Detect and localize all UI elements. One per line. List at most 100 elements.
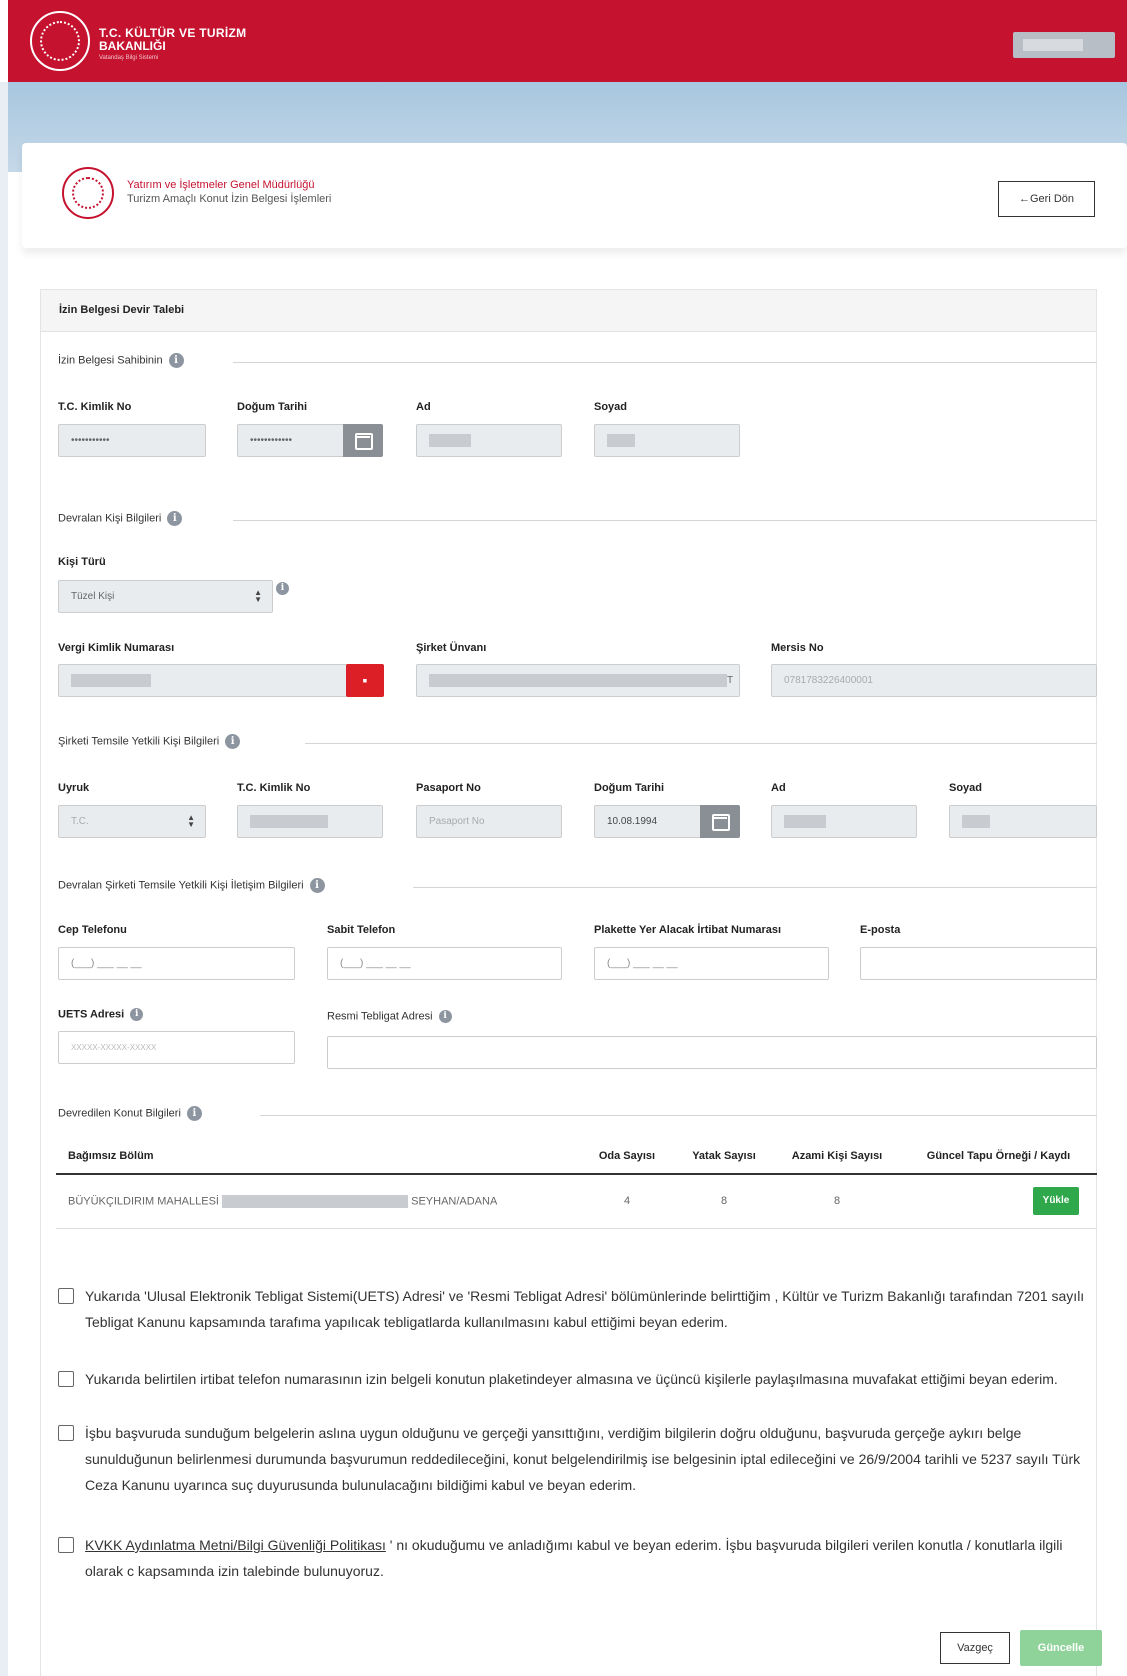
rep-dob-input[interactable]: 10.08.1994 <box>594 805 702 838</box>
uets-label: UETS Adresi i <box>58 1008 144 1021</box>
owner-dob-label: Doğum Tarihi <box>237 401 308 413</box>
property-section-label: Devredilen Konut Bilgileri <box>58 1107 181 1120</box>
address-end: SEYHAN/ADANA <box>411 1195 498 1208</box>
person-type-value: Tüzel Kişi <box>71 591 115 602</box>
uets-input[interactable]: XXXXX-XXXXX-XXXXX <box>58 1031 295 1064</box>
info-icon[interactable]: i <box>167 511 183 526</box>
kvkk-link[interactable]: KVKK Aydınlatma Metni/Bilgi Güvenliği Po… <box>85 1537 386 1553</box>
update-button[interactable]: Güncelle <box>1020 1630 1102 1666</box>
owner-name-label: Ad <box>416 401 431 413</box>
user-menu[interactable] <box>1013 32 1115 58</box>
checkbox[interactable] <box>58 1371 74 1387</box>
info-icon[interactable]: i <box>309 878 325 893</box>
representative-section-label: Şirketi Temsile Yetkili Kişi Bilgileri <box>58 735 220 748</box>
owner-section-title: İzin Belgesi Sahibinin i <box>58 353 184 368</box>
contact-section-title: Devralan Şirketi Temsile Yetkili Kişi İl… <box>58 878 325 893</box>
select-arrows-icon: ▲ ▼ <box>254 588 262 604</box>
tax-id-input[interactable] <box>58 664 348 697</box>
declaration-kvkk: KVKK Aydınlatma Metni/Bilgi Güvenliği Po… <box>58 1532 1100 1584</box>
info-icon[interactable]: i <box>168 353 184 368</box>
contact-section-label: Devralan Şirketi Temsile Yetkili Kişi İl… <box>58 879 304 892</box>
ministry-name-line1: T.C. KÜLTÜR VE TURİZM <box>99 26 247 40</box>
property-table: Bağımsız Bölüm Oda Sayısı Yatak Sayısı A… <box>56 1138 1097 1229</box>
mersis-input[interactable]: 0781783226400001 <box>771 664 1097 697</box>
rep-tc-input[interactable] <box>237 805 383 838</box>
left-strip <box>0 82 8 1676</box>
column-header: Azami Kişi Sayısı <box>774 1138 900 1175</box>
landline-label: Sabit Telefon <box>327 924 396 936</box>
property-section-title: Devredilen Konut Bilgileri i <box>58 1106 202 1121</box>
person-type-label: Kişi Türü <box>58 556 106 568</box>
declaration-truth: İşbu başvuruda sunduğum belgelerin aslın… <box>58 1420 1100 1498</box>
divider <box>413 887 1097 888</box>
transferee-section-label: Devralan Kişi Bilgileri <box>58 512 162 525</box>
checkbox[interactable] <box>58 1537 74 1553</box>
declaration-phone: Yukarıda belirtilen irtibat telefon numa… <box>58 1366 1100 1392</box>
declaration-text: Yukarıda 'Ulusal Elektronik Tebligat Sis… <box>85 1288 1085 1330</box>
org-subtitle: Turizm Amaçlı Konut İzin Belgesi İşlemle… <box>127 193 332 205</box>
divider <box>233 362 1097 363</box>
checkbox[interactable] <box>58 1288 74 1304</box>
owner-tc-input[interactable]: ••••••••••• <box>58 424 206 457</box>
mersis-label: Mersis No <box>771 642 824 654</box>
rep-name-input[interactable] <box>771 805 917 838</box>
calendar-icon[interactable] <box>343 424 383 457</box>
info-icon[interactable]: i <box>186 1106 202 1121</box>
org-logo-icon <box>62 167 114 219</box>
beds-cell: 8 <box>674 1174 774 1229</box>
column-header: Güncel Tapu Örneği / Kaydı <box>900 1138 1097 1175</box>
representative-section-title: Şirketi Temsile Yetkili Kişi Bilgileri i <box>58 734 241 749</box>
email-input[interactable] <box>860 947 1097 980</box>
table-row: BÜYÜKÇILDIRIM MAHALLESİ SEYHAN/ADANA 4 8… <box>56 1174 1097 1229</box>
declaration-uets: Yukarıda 'Ulusal Elektronik Tebligat Sis… <box>58 1283 1100 1335</box>
max-people-cell: 8 <box>774 1174 900 1229</box>
org-header-card: Yatırım ve İşletmeler Genel Müdürlüğü Tu… <box>22 143 1127 248</box>
info-icon[interactable]: i <box>225 734 241 749</box>
mobile-input[interactable]: (___) ___ __ __ <box>58 947 295 980</box>
column-header: Yatak Sayısı <box>674 1138 774 1175</box>
rep-surname-input[interactable] <box>949 805 1097 838</box>
top-bar: T.C. KÜLTÜR VE TURİZM BAKANLIĞI Vatandaş… <box>8 0 1127 82</box>
official-address-input[interactable] <box>327 1036 1097 1069</box>
passport-label: Pasaport No <box>416 782 481 794</box>
landline-input[interactable]: (___) ___ __ __ <box>327 947 562 980</box>
upload-button[interactable]: Yükle <box>1033 1187 1079 1216</box>
owner-surname-input[interactable] <box>594 424 740 457</box>
passport-input[interactable]: Pasaport No <box>416 805 562 838</box>
address-start: BÜYÜKÇILDIRIM MAHALLESİ <box>68 1195 219 1208</box>
uets-label-text: UETS Adresi <box>58 1008 125 1021</box>
divider <box>233 520 1097 521</box>
property-address-cell: BÜYÜKÇILDIRIM MAHALLESİ SEYHAN/ADANA <box>56 1174 580 1229</box>
divider <box>260 1115 1097 1116</box>
owner-tc-label: T.C. Kimlik No <box>58 401 132 413</box>
ministry-tagline: Vatandaş Bilgi Sistemi <box>99 55 159 61</box>
owner-name-input[interactable] <box>416 424 562 457</box>
table-header-row: Bağımsız Bölüm Oda Sayısı Yatak Sayısı A… <box>56 1138 1097 1175</box>
rep-tc-label: T.C. Kimlik No <box>237 782 311 794</box>
person-type-select[interactable]: Tüzel Kişi ▲ ▼ <box>58 580 273 613</box>
owner-surname-label: Soyad <box>594 401 628 413</box>
info-icon[interactable]: i <box>130 1008 144 1021</box>
info-icon[interactable]: i <box>276 582 289 595</box>
company-input[interactable]: T <box>416 664 740 697</box>
declaration-text: KVKK Aydınlatma Metni/Bilgi Güvenliği Po… <box>85 1532 1100 1584</box>
ministry-name-line2: BAKANLIĞI <box>99 39 166 53</box>
nationality-select[interactable]: T.C. ▲ ▼ <box>58 805 206 838</box>
checkbox[interactable] <box>58 1425 74 1441</box>
official-address-label: Resmi Tebligat Adresi i <box>327 1010 452 1023</box>
nationality-label: Uyruk <box>58 782 90 794</box>
form-title: İzin Belgesi Devir Talebi <box>59 304 185 316</box>
back-button[interactable]: ←Geri Dön <box>998 181 1095 217</box>
trash-icon[interactable]: ▪ <box>346 664 384 697</box>
select-arrows-icon: ▲ ▼ <box>187 813 195 829</box>
calendar-icon[interactable] <box>700 805 740 838</box>
transferee-section-title: Devralan Kişi Bilgileri i <box>58 511 183 526</box>
owner-dob-input[interactable]: •••••••••••• <box>237 424 345 457</box>
column-header: Bağımsız Bölüm <box>56 1138 580 1175</box>
plaque-phone-input[interactable]: (___) ___ __ __ <box>594 947 829 980</box>
form-card-header: İzin Belgesi Devir Talebi <box>41 290 1096 332</box>
divider <box>305 743 1097 744</box>
cancel-button[interactable]: Vazgeç <box>940 1632 1010 1664</box>
info-icon[interactable]: i <box>438 1010 452 1023</box>
column-header: Oda Sayısı <box>580 1138 674 1175</box>
